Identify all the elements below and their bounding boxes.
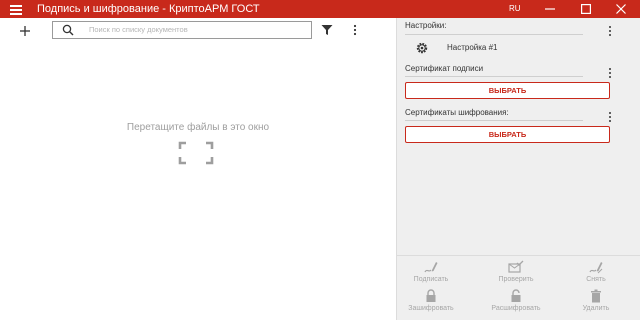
window-title: Подпись и шифрование - КриптоАРМ ГОСТ — [37, 3, 260, 15]
maximize-button[interactable] — [573, 0, 599, 18]
setting-name: Настройка #1 — [447, 43, 498, 52]
settings-more-button[interactable] — [606, 25, 614, 37]
lock-icon — [426, 289, 436, 302]
drop-hint: Перетащите файлы в это окно — [126, 122, 270, 133]
minimize-button[interactable] — [537, 0, 563, 18]
title-bar: Подпись и шифрование - КриптоАРМ ГОСТ RU — [0, 0, 640, 18]
close-button[interactable] — [608, 0, 634, 18]
setting-item[interactable]: Настройка #1 — [415, 41, 585, 55]
minimize-icon — [545, 8, 555, 10]
verify-action[interactable]: Проверить — [486, 260, 546, 284]
enc-cert-label: Сертификаты шифрования: — [405, 108, 509, 117]
unsign-label: Снять — [586, 276, 606, 283]
divider — [405, 120, 583, 121]
settings-label: Настройки: — [405, 21, 447, 30]
delete-label: Удалить — [582, 305, 610, 312]
filter-button[interactable] — [320, 23, 334, 37]
delete-action[interactable]: Удалить — [566, 289, 626, 313]
filter-icon — [321, 25, 333, 35]
enc-cert-more-button[interactable] — [606, 111, 614, 123]
decrypt-label: Расшифровать — [491, 305, 541, 312]
trash-icon — [591, 289, 601, 303]
search-input[interactable] — [89, 23, 304, 36]
more-vertical-icon — [353, 24, 357, 36]
encrypt-label: Зашифровать — [408, 305, 454, 312]
divider — [405, 76, 583, 77]
add-files-button[interactable] — [16, 22, 34, 40]
sign-action[interactable]: Подписать — [401, 260, 461, 284]
sign-cert-label: Сертификат подписи — [405, 64, 484, 73]
divider — [397, 255, 640, 256]
menu-icon[interactable] — [8, 1, 24, 17]
documents-more-button[interactable] — [350, 23, 360, 37]
documents-pane: Перетащите файлы в это окно — [0, 18, 396, 320]
unsign-action[interactable]: Снять — [566, 260, 626, 284]
settings-pane: Настройки: Настройка #1 Сертификат подпи… — [397, 18, 640, 320]
gear-icon — [416, 42, 428, 54]
sign-label: Подписать — [413, 276, 449, 283]
drop-zone-icon — [178, 141, 214, 165]
search-box — [52, 21, 312, 39]
search-icon — [62, 24, 74, 36]
maximize-icon — [581, 4, 591, 14]
unlock-icon — [511, 289, 521, 302]
language-switch[interactable]: RU — [509, 3, 521, 15]
decrypt-action[interactable]: Расшифровать — [486, 289, 546, 313]
plus-icon — [20, 26, 30, 36]
close-icon — [616, 4, 626, 14]
unsign-icon — [589, 262, 603, 274]
verify-label: Проверить — [498, 276, 534, 283]
verify-icon — [508, 260, 524, 273]
sign-icon — [424, 262, 438, 273]
sign-cert-more-button[interactable] — [606, 67, 614, 79]
choose-sign-cert-button[interactable]: ВЫБРАТЬ — [405, 82, 610, 99]
encrypt-action[interactable]: Зашифровать — [401, 289, 461, 313]
choose-enc-cert-button[interactable]: ВЫБРАТЬ — [405, 126, 610, 143]
divider — [405, 34, 583, 35]
